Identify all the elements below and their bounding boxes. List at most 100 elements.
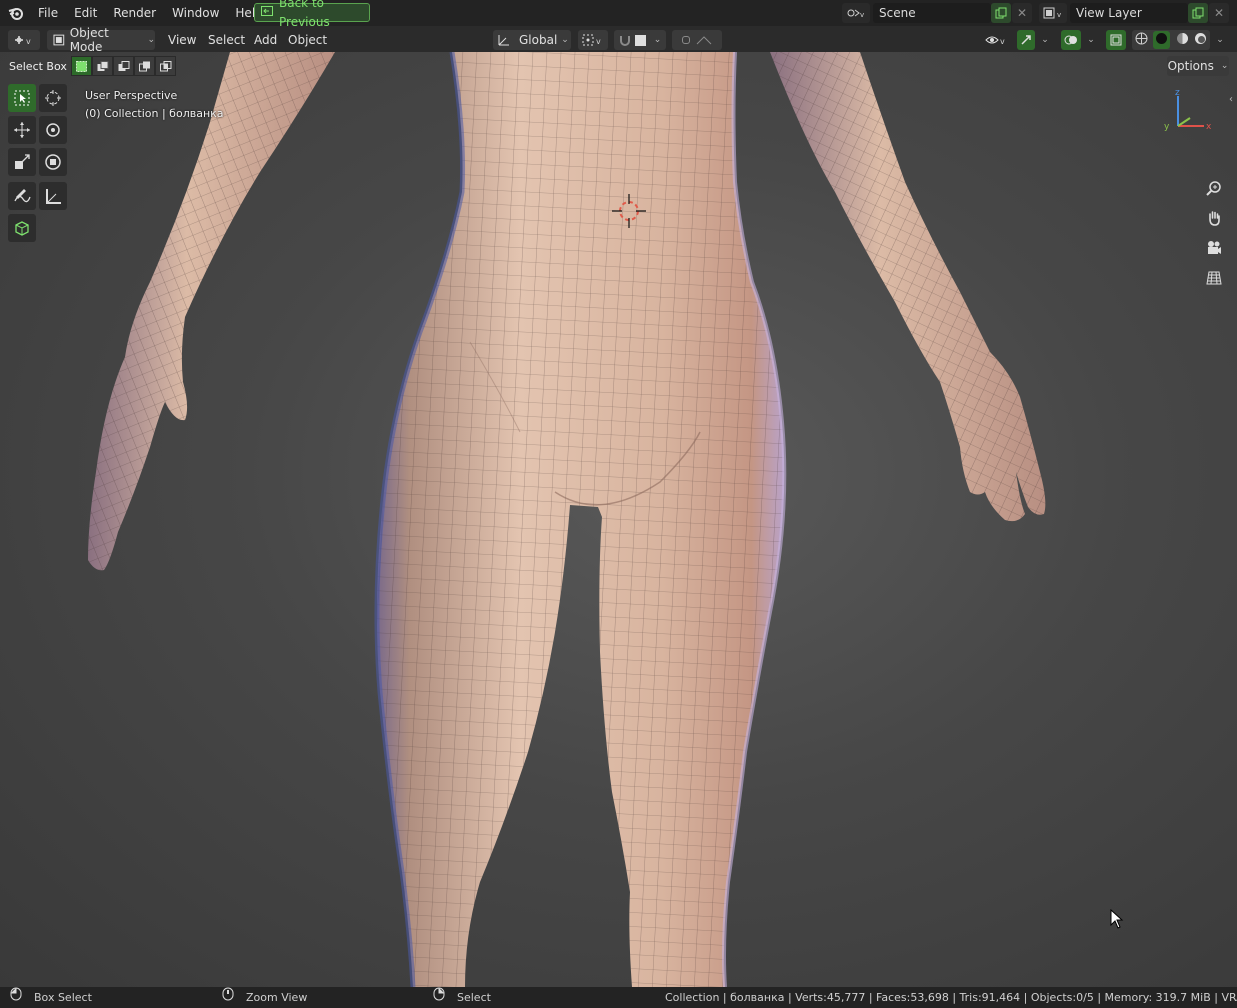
xray-icon[interactable]: [1106, 30, 1126, 50]
orientation-icon: [498, 35, 509, 46]
select-extend-icon[interactable]: [92, 56, 113, 76]
options-label: Options: [1167, 59, 1214, 73]
character-mesh[interactable]: [0, 52, 1237, 987]
rotate-icon[interactable]: [39, 116, 67, 144]
select-subtract-icon[interactable]: [113, 56, 134, 76]
menu-file[interactable]: File: [30, 0, 66, 26]
chevron-down-icon[interactable]: ⌄: [1037, 30, 1053, 50]
navigation-gizmo[interactable]: z x y: [1160, 88, 1216, 134]
visibility-icon[interactable]: v: [981, 30, 1011, 50]
new-icon[interactable]: [991, 3, 1011, 23]
select-new-icon[interactable]: [71, 56, 92, 76]
rendered-shading-icon[interactable]: [1194, 32, 1207, 48]
blender-logo-icon[interactable]: [6, 0, 26, 26]
view-layer-icon[interactable]: v: [1039, 3, 1067, 23]
left-arm: [88, 52, 335, 571]
status-right-action: Select: [433, 987, 491, 1008]
cursor-icon[interactable]: [39, 84, 67, 112]
gizmo-toggle-icon[interactable]: [1017, 30, 1035, 50]
chevron-down-icon[interactable]: ⌄: [1083, 30, 1099, 50]
snap-settings[interactable]: ⌄: [614, 30, 666, 50]
header-menu-select[interactable]: Select: [208, 30, 245, 50]
chevron-down-icon: ⌄: [147, 35, 155, 45]
chevron-down-icon: ⌄: [561, 35, 569, 45]
solid-shading-icon[interactable]: [1153, 31, 1171, 49]
proportional-editing[interactable]: [672, 30, 722, 50]
grid-icon[interactable]: [1200, 264, 1228, 292]
menu-window[interactable]: Window: [164, 0, 227, 26]
status-right-label: Select: [457, 991, 491, 1004]
status-middle-action: Zoom View: [222, 987, 307, 1008]
scene-icon[interactable]: v: [842, 3, 870, 23]
select-box-icon[interactable]: [8, 84, 36, 112]
tool-name: Select Box: [9, 60, 67, 73]
status-bar: Box Select Zoom View Select Collection |…: [0, 987, 1237, 1008]
chevron-down-icon: ⌄: [653, 35, 662, 45]
collection-info: (0) Collection | болванка: [85, 107, 224, 120]
back-icon: [261, 3, 273, 22]
orientation-selector[interactable]: Global ⌄: [493, 30, 571, 50]
overlays-icon[interactable]: [1061, 30, 1081, 50]
pivot-point-icon[interactable]: v: [578, 30, 608, 50]
status-left-action: Box Select: [10, 987, 92, 1008]
zoom-icon[interactable]: [1200, 174, 1228, 202]
svg-text:v: v: [1057, 11, 1061, 19]
gizmo-z-label: z: [1175, 88, 1180, 98]
svg-text:v: v: [860, 11, 864, 19]
snap-target-icon: [634, 34, 646, 46]
shading-modes: [1132, 30, 1210, 50]
scale-icon[interactable]: [8, 148, 36, 176]
select-mode-buttons: [71, 56, 176, 76]
select-intersect-icon[interactable]: [155, 56, 176, 76]
svg-text:v: v: [1000, 37, 1005, 46]
mouse-right-icon: [433, 987, 445, 1008]
torso-and-legs: [374, 52, 787, 987]
falloff-icon: [696, 36, 712, 45]
gizmo-y-label: y: [1164, 122, 1170, 132]
mode-label: Object Mode: [69, 26, 109, 54]
measure-icon[interactable]: [39, 182, 67, 210]
camera-icon[interactable]: [1200, 234, 1228, 262]
magnet-icon: [619, 36, 630, 46]
hand-icon[interactable]: [1200, 204, 1228, 232]
scene-statistics: Collection | болванка | Verts:45,777 | F…: [665, 991, 1237, 1004]
move-icon[interactable]: [8, 116, 36, 144]
header-menu-add[interactable]: Add: [254, 30, 277, 50]
view-layer-field[interactable]: View Layer: [1070, 3, 1188, 23]
mouse-left-icon: [10, 987, 22, 1008]
mouse-middle-icon: [222, 987, 234, 1008]
close-view-layer-icon[interactable]: ✕: [1209, 3, 1229, 23]
header-menu-object[interactable]: Object: [288, 30, 327, 50]
transform-icon[interactable]: [39, 148, 67, 176]
proportional-icon: [682, 36, 690, 44]
chevron-down-icon[interactable]: ⌄: [1212, 30, 1228, 50]
3d-viewport[interactable]: Select Box Options ⌄ User Perspective (0…: [0, 52, 1237, 987]
add-cube-icon[interactable]: [8, 214, 36, 242]
status-middle-label: Zoom View: [246, 991, 308, 1004]
menu-render[interactable]: Render: [105, 0, 164, 26]
close-icon[interactable]: ✕: [1012, 3, 1032, 23]
gizmo-x-label: x: [1206, 122, 1212, 132]
header-menu-view[interactable]: View: [168, 30, 196, 50]
menu-edit[interactable]: Edit: [66, 0, 105, 26]
mouse-pointer-icon: [1110, 909, 1124, 929]
viewport-info: User Perspective (0) Collection | болван…: [85, 87, 224, 123]
wireframe-shading-icon[interactable]: [1135, 32, 1148, 48]
svg-text:v: v: [26, 37, 31, 46]
back-to-previous-button[interactable]: Back to Previous: [254, 0, 370, 29]
scene-field[interactable]: Scene: [873, 3, 991, 23]
right-arm: [770, 52, 1046, 522]
annotate-icon[interactable]: [8, 182, 36, 210]
sidebar-toggle-icon[interactable]: ‹: [1229, 94, 1233, 105]
orientation-label: Global: [519, 33, 558, 47]
svg-text:v: v: [596, 37, 601, 46]
mode-selector[interactable]: Object Mode ⌄: [47, 26, 155, 54]
options-button[interactable]: Options ⌄: [1167, 56, 1229, 76]
material-shading-icon[interactable]: [1176, 32, 1189, 48]
chevron-down-icon: ⌄: [1220, 61, 1229, 71]
object-mode-icon: [53, 34, 65, 46]
editor-type-icon[interactable]: v: [8, 30, 40, 50]
status-left-label: Box Select: [34, 991, 92, 1004]
select-invert-icon[interactable]: [134, 56, 155, 76]
new-view-layer-icon[interactable]: [1188, 3, 1208, 23]
